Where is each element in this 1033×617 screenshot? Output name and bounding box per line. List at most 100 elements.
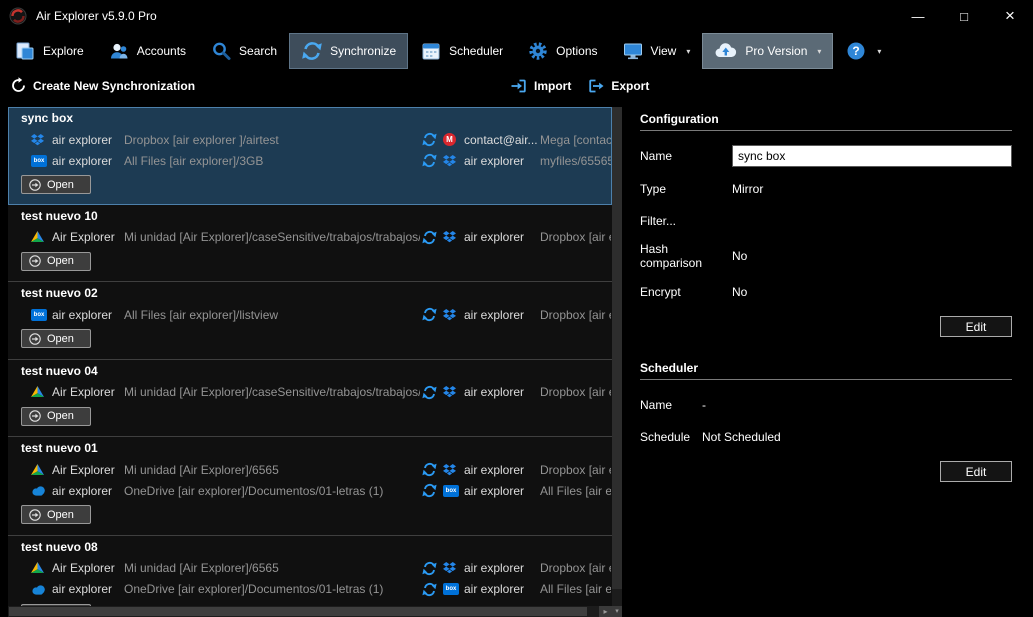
- action-bar: Create New Synchronization Import Export: [0, 70, 1033, 101]
- toolbar-view[interactable]: View ▾: [610, 33, 703, 69]
- toolbar-scheduler[interactable]: Scheduler: [408, 33, 515, 69]
- sync-item[interactable]: test nuevo 10Air ExplorerMi unidad [Air …: [8, 205, 612, 283]
- maximize-button[interactable]: □: [941, 0, 987, 32]
- source-account-name: Air Explorer: [52, 561, 124, 575]
- source-path: Dropbox [air explorer ]/airtest: [124, 133, 420, 147]
- toolbar-help[interactable]: ? ▾: [833, 33, 893, 69]
- open-label: Open: [47, 410, 74, 422]
- hash-comparison-value: No: [732, 249, 747, 263]
- configuration-edit-button[interactable]: Edit: [940, 316, 1012, 337]
- toolbar-label: Explore: [43, 44, 84, 58]
- mega-icon: M: [443, 133, 459, 146]
- toolbar-pro-version[interactable]: Pro Version ▾: [702, 33, 833, 69]
- open-arrow-icon: [29, 333, 41, 345]
- box-icon: box: [31, 155, 47, 167]
- gdrive-icon: [31, 562, 47, 574]
- import-button[interactable]: Import: [510, 77, 571, 95]
- box-icon: box: [31, 309, 47, 321]
- toolbar-accounts[interactable]: Accounts: [96, 33, 198, 69]
- scheduler-header: Scheduler: [640, 361, 1012, 380]
- scheduler-edit-button[interactable]: Edit: [940, 461, 1012, 482]
- toolbar-explore[interactable]: Explore: [2, 33, 96, 69]
- sync-name-input[interactable]: [732, 145, 1012, 167]
- create-new-sync-button[interactable]: Create New Synchronization: [10, 77, 195, 94]
- target-path: myfiles/655656...: [540, 154, 611, 168]
- vertical-scroll-thumb[interactable]: [612, 107, 622, 589]
- sync-item-title: test nuevo 01: [21, 441, 611, 455]
- target-account-name: contact@air...: [464, 133, 540, 147]
- target-account-name: air explorer: [464, 154, 540, 168]
- pro-version-cloud-icon: [714, 40, 738, 62]
- sync-arrows-icon: [422, 561, 439, 576]
- toolbar-search[interactable]: Search: [198, 33, 289, 69]
- filter-label[interactable]: Filter...: [640, 214, 732, 228]
- target-path: Dropbox [air ex...: [540, 385, 611, 399]
- source-account-name: Air Explorer: [52, 463, 124, 477]
- open-sync-button[interactable]: Open: [21, 505, 91, 524]
- export-button[interactable]: Export: [587, 77, 649, 95]
- toolbar-label: Search: [239, 44, 277, 58]
- titlebar: Air Explorer v5.9.0 Pro — □ ×: [0, 0, 1033, 32]
- target-account-name: air explorer: [464, 230, 540, 244]
- options-gear-icon: [527, 40, 549, 62]
- horizontal-scrollbar[interactable]: ▸: [8, 606, 612, 617]
- open-arrow-icon: [29, 255, 41, 267]
- close-button[interactable]: ×: [987, 0, 1033, 32]
- dropbox-icon: [31, 134, 47, 146]
- window-controls: — □ ×: [895, 0, 1033, 32]
- dropbox-icon: [443, 231, 459, 243]
- synchronize-icon: [301, 40, 323, 62]
- sync-arrows-icon: [422, 582, 439, 597]
- sync-item[interactable]: test nuevo 02boxair explorerAll Files [a…: [8, 282, 612, 360]
- source-account-name: air explorer: [52, 308, 124, 322]
- source-account-name: Air Explorer: [52, 385, 124, 399]
- sync-item[interactable]: test nuevo 08Air ExplorerMi unidad [Air …: [8, 536, 612, 607]
- source-path: All Files [air explorer]/listview: [124, 308, 420, 322]
- box-icon: box: [443, 485, 459, 497]
- encrypt-row: Encrypt No: [640, 281, 1012, 302]
- open-sync-button[interactable]: Open: [21, 407, 91, 426]
- dropbox-icon: [443, 309, 459, 321]
- sync-arrows-icon: [422, 132, 439, 147]
- sync-item[interactable]: test nuevo 01Air ExplorerMi unidad [Air …: [8, 437, 612, 536]
- hash-row: Hash comparison No: [640, 242, 1012, 270]
- source-account-name: air explorer: [52, 154, 124, 168]
- type-row: Type Mirror: [640, 178, 1012, 199]
- gdrive-icon: [31, 386, 47, 398]
- sync-pair-row: air explorerDropbox [air explorer ]/airt…: [9, 129, 611, 150]
- name-label: Name: [640, 149, 732, 163]
- target-account-name: air explorer: [464, 561, 540, 575]
- open-sync-button[interactable]: Open: [21, 252, 91, 271]
- target-path: Mega [contact...: [540, 133, 611, 147]
- configuration-header: Configuration: [640, 112, 1012, 131]
- dropbox-icon: [443, 562, 459, 574]
- toolbar-options[interactable]: Options: [515, 33, 609, 69]
- box-icon: box: [443, 583, 459, 595]
- chevron-down-icon: ▾: [877, 47, 881, 56]
- target-path: Dropbox [air ex...: [540, 308, 611, 322]
- scroll-down-arrow-icon[interactable]: ▾: [612, 606, 622, 617]
- type-value: Mirror: [732, 182, 763, 196]
- open-label: Open: [47, 179, 74, 191]
- toolbar-synchronize[interactable]: Synchronize: [289, 33, 408, 69]
- sync-item[interactable]: sync boxair explorerDropbox [air explore…: [8, 107, 612, 205]
- sync-pair-row: boxair explorerAll Files [air explorer]/…: [9, 150, 611, 171]
- toolbar-label: View: [651, 44, 677, 58]
- sync-pair-row: Air ExplorerMi unidad [Air Explorer]/656…: [9, 558, 611, 579]
- sync-item[interactable]: test nuevo 04Air ExplorerMi unidad [Air …: [8, 360, 612, 438]
- open-sync-button[interactable]: Open: [21, 175, 91, 194]
- sync-list: sync boxair explorerDropbox [air explore…: [8, 107, 612, 606]
- scroll-right-arrow-icon[interactable]: ▸: [599, 606, 612, 617]
- horizontal-scroll-thumb[interactable]: [9, 607, 587, 616]
- open-sync-button[interactable]: Open: [21, 329, 91, 348]
- dropbox-icon: [443, 464, 459, 476]
- minimize-button[interactable]: —: [895, 0, 941, 32]
- import-label: Import: [534, 79, 571, 93]
- vertical-scrollbar[interactable]: ▾: [612, 107, 622, 617]
- accounts-icon: [108, 40, 130, 62]
- export-label: Export: [611, 79, 649, 93]
- target-path: Dropbox [air e...: [540, 561, 611, 575]
- toolbar-label: Accounts: [137, 44, 186, 58]
- source-account-name: air explorer: [52, 484, 124, 498]
- toolbar-label: Synchronize: [330, 44, 396, 58]
